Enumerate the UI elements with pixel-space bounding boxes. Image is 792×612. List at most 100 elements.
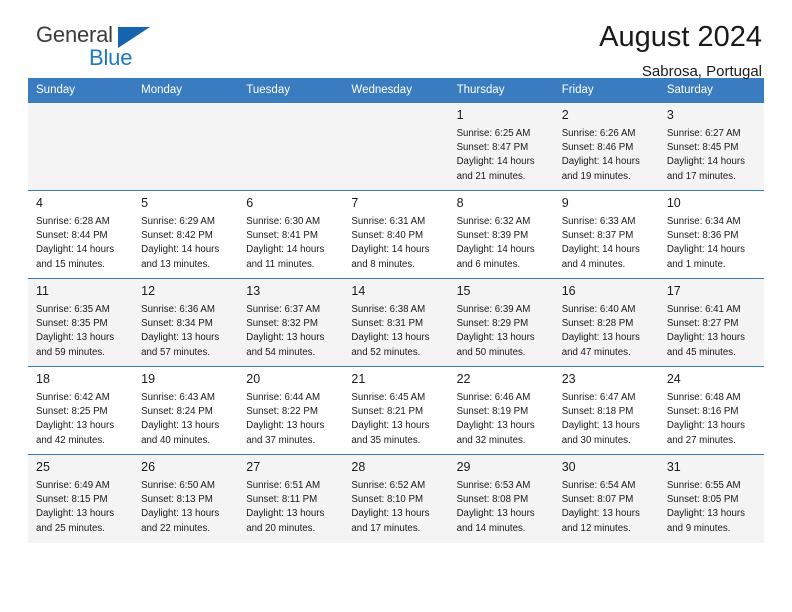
- calendar-day-cell[interactable]: 25 Sunrise: 6:49 AM Sunset: 8:15 PM Dayligh…: [28, 454, 134, 543]
- page-header: General Blue August 2024 Sabrosa, Portug…: [28, 0, 764, 80]
- day-number: 2: [561, 108, 569, 122]
- sunrise-text: Sunrise: 6:29 AM: [141, 215, 215, 227]
- calendar-day-cell[interactable]: 1 Sunrise: 6:25 AM Sunset: 8:47 PM Daylight…: [448, 102, 554, 191]
- calendar-day-cell[interactable]: 8 Sunrise: 6:32 AM Sunset: 8:39 PM Daylight…: [448, 190, 554, 279]
- daylight-text-line1: Daylight: 14 hours: [456, 244, 535, 256]
- sunset-text: Sunset: 8:07 PM: [561, 494, 634, 506]
- daylight-text-line2: and 30 minutes.: [561, 434, 631, 446]
- calendar-day-cell-empty: [238, 102, 344, 191]
- day-number: 13: [246, 284, 261, 298]
- daylight-text-line1: Daylight: 13 hours: [456, 508, 535, 520]
- daylight-text-line2: and 35 minutes.: [351, 434, 421, 446]
- daylight-text-line1: Daylight: 13 hours: [561, 420, 640, 432]
- daylight-text-line1: Daylight: 14 hours: [456, 156, 535, 168]
- calendar-day-cell[interactable]: 21 Sunrise: 6:45 AM Sunset: 8:21 PM Dayligh…: [343, 366, 449, 455]
- day-info: Sunrise: 6:53 AM Sunset: 8:08 PM Daylight:…: [457, 479, 547, 536]
- sunset-text: Sunset: 8:25 PM: [36, 406, 108, 418]
- sunrise-sunset-calendar: Sunday Monday Tuesday Wednesday Thursday…: [28, 78, 764, 543]
- sunrise-text: Sunrise: 6:42 AM: [36, 391, 110, 403]
- daylight-text-line1: Daylight: 14 hours: [561, 156, 640, 168]
- calendar-day-cell[interactable]: 29 Sunrise: 6:53 AM Sunset: 8:08 PM Dayligh…: [448, 454, 554, 543]
- calendar-day-cell[interactable]: 19 Sunrise: 6:43 AM Sunset: 8:24 PM Dayligh…: [133, 366, 239, 455]
- sunrise-text: Sunrise: 6:31 AM: [351, 215, 426, 227]
- location-subtitle: Sabrosa, Portugal: [641, 62, 762, 80]
- calendar-day-cell[interactable]: 6 Sunrise: 6:30 AM Sunset: 8:41 PM Daylight…: [238, 190, 344, 279]
- daylight-text-line1: Daylight: 13 hours: [141, 508, 220, 520]
- daylight-text-line1: Daylight: 13 hours: [561, 508, 640, 520]
- brand-name-blue: Blue: [89, 45, 133, 70]
- daylight-text-line2: and 45 minutes.: [666, 346, 736, 358]
- calendar-day-cell[interactable]: 2 Sunrise: 6:26 AM Sunset: 8:46 PM Daylight…: [553, 102, 659, 191]
- daylight-text-line2: and 9 minutes.: [666, 522, 731, 534]
- calendar-day-cell[interactable]: 23 Sunrise: 6:47 AM Sunset: 8:18 PM Dayligh…: [553, 366, 659, 455]
- sunset-text: Sunset: 8:47 PM: [456, 142, 529, 154]
- calendar-day-cell[interactable]: 26 Sunrise: 6:50 AM Sunset: 8:13 PM Dayligh…: [133, 454, 239, 543]
- daylight-text-line1: Daylight: 13 hours: [666, 332, 745, 344]
- sunset-text: Sunset: 8:27 PM: [666, 318, 739, 330]
- day-info: Sunrise: 6:34 AM Sunset: 8:36 PM Daylight:…: [667, 215, 757, 272]
- calendar-day-cell[interactable]: 16 Sunrise: 6:40 AM Sunset: 8:28 PM Dayligh…: [553, 278, 659, 367]
- sunrise-text: Sunrise: 6:32 AM: [456, 215, 531, 227]
- calendar-day-cell[interactable]: 10 Sunrise: 6:34 AM Sunset: 8:36 PM Dayligh…: [658, 190, 764, 279]
- daylight-text-line1: Daylight: 13 hours: [36, 420, 115, 432]
- calendar-day-cell[interactable]: 30 Sunrise: 6:54 AM Sunset: 8:07 PM Dayligh…: [553, 454, 659, 543]
- sunrise-text: Sunrise: 6:54 AM: [561, 479, 636, 491]
- daylight-text-line1: Daylight: 13 hours: [456, 332, 535, 344]
- calendar-day-cell[interactable]: 20 Sunrise: 6:44 AM Sunset: 8:22 PM Dayligh…: [238, 366, 344, 455]
- day-info: Sunrise: 6:30 AM Sunset: 8:41 PM Daylight:…: [246, 215, 336, 272]
- calendar-page: General Blue August 2024 Sabrosa, Portug…: [0, 0, 792, 612]
- daylight-text-line2: and 21 minutes.: [456, 170, 526, 182]
- calendar-day-cell[interactable]: 31 Sunrise: 6:55 AM Sunset: 8:05 PM Dayligh…: [658, 454, 764, 543]
- calendar-day-cell[interactable]: 13 Sunrise: 6:37 AM Sunset: 8:32 PM Dayligh…: [238, 278, 344, 367]
- brand-logo[interactable]: General Blue: [28, 22, 178, 76]
- daylight-text-line2: and 20 minutes.: [246, 522, 316, 534]
- daylight-text-line1: Daylight: 13 hours: [36, 332, 115, 344]
- calendar-day-cell[interactable]: 17 Sunrise: 6:41 AM Sunset: 8:27 PM Dayligh…: [658, 278, 764, 367]
- daylight-text-line2: and 8 minutes.: [351, 258, 415, 270]
- calendar-day-cell[interactable]: 4 Sunrise: 6:28 AM Sunset: 8:44 PM Daylight…: [28, 190, 134, 279]
- daylight-text-line2: and 15 minutes.: [36, 258, 105, 270]
- day-number: 15: [456, 284, 471, 298]
- calendar-day-cell[interactable]: 9 Sunrise: 6:33 AM Sunset: 8:37 PM Daylight…: [553, 190, 659, 279]
- sunset-text: Sunset: 8:16 PM: [666, 406, 739, 418]
- calendar-day-cell[interactable]: 5 Sunrise: 6:29 AM Sunset: 8:42 PM Daylight…: [133, 190, 239, 279]
- day-number: 12: [141, 284, 156, 298]
- sunrise-text: Sunrise: 6:26 AM: [561, 127, 636, 139]
- daylight-text-line1: Daylight: 13 hours: [141, 420, 220, 432]
- day-info: Sunrise: 6:43 AM Sunset: 8:24 PM Daylight:…: [141, 391, 231, 448]
- calendar-day-cell[interactable]: 12 Sunrise: 6:36 AM Sunset: 8:34 PM Dayligh…: [133, 278, 239, 367]
- daylight-text-line2: and 4 minutes.: [561, 258, 626, 270]
- sunset-text: Sunset: 8:13 PM: [141, 494, 213, 506]
- day-number: 5: [141, 196, 149, 210]
- sunrise-text: Sunrise: 6:52 AM: [351, 479, 426, 491]
- daylight-text-line1: Daylight: 14 hours: [666, 156, 745, 168]
- calendar-day-cell[interactable]: 22 Sunrise: 6:46 AM Sunset: 8:19 PM Dayligh…: [448, 366, 554, 455]
- day-number: 20: [246, 372, 261, 386]
- daylight-text-line2: and 32 minutes.: [456, 434, 526, 446]
- daylight-text-line2: and 57 minutes.: [141, 346, 211, 358]
- calendar-day-cell[interactable]: 28 Sunrise: 6:52 AM Sunset: 8:10 PM Dayligh…: [343, 454, 449, 543]
- calendar-day-cell[interactable]: 3 Sunrise: 6:27 AM Sunset: 8:45 PM Daylight…: [658, 102, 764, 191]
- daylight-text-line1: Daylight: 13 hours: [141, 332, 220, 344]
- day-info: Sunrise: 6:55 AM Sunset: 8:05 PM Daylight:…: [667, 479, 757, 536]
- daylight-text-line2: and 52 minutes.: [351, 346, 421, 358]
- calendar-day-cell[interactable]: 7 Sunrise: 6:31 AM Sunset: 8:40 PM Daylight…: [343, 190, 449, 279]
- calendar-day-cell[interactable]: 15 Sunrise: 6:39 AM Sunset: 8:29 PM Dayligh…: [448, 278, 554, 367]
- sunset-text: Sunset: 8:37 PM: [561, 230, 634, 242]
- calendar-day-cell[interactable]: 14 Sunrise: 6:38 AM Sunset: 8:31 PM Dayligh…: [343, 278, 449, 367]
- day-info: Sunrise: 6:33 AM Sunset: 8:37 PM Daylight:…: [562, 215, 652, 272]
- day-info: Sunrise: 6:41 AM Sunset: 8:27 PM Daylight:…: [667, 303, 757, 360]
- daylight-text-line2: and 27 minutes.: [666, 434, 736, 446]
- sunrise-text: Sunrise: 6:50 AM: [141, 479, 215, 491]
- calendar-day-cell[interactable]: 24 Sunrise: 6:48 AM Sunset: 8:16 PM Dayligh…: [658, 366, 764, 455]
- day-number: 25: [36, 460, 50, 474]
- day-number: 21: [351, 372, 366, 386]
- calendar-day-cell[interactable]: 18 Sunrise: 6:42 AM Sunset: 8:25 PM Dayligh…: [28, 366, 134, 455]
- calendar-day-cell[interactable]: 27 Sunrise: 6:51 AM Sunset: 8:11 PM Dayligh…: [238, 454, 344, 543]
- calendar-day-cell[interactable]: 11 Sunrise: 6:35 AM Sunset: 8:35 PM Dayligh…: [28, 278, 134, 367]
- day-info: Sunrise: 6:25 AM Sunset: 8:47 PM Daylight:…: [457, 127, 547, 184]
- daylight-text-line1: Daylight: 14 hours: [141, 244, 220, 256]
- calendar-week-row: 18 Sunrise: 6:42 AM Sunset: 8:25 PM Dayligh…: [28, 366, 764, 455]
- sunset-text: Sunset: 8:34 PM: [141, 318, 213, 330]
- daylight-text-line1: Daylight: 13 hours: [246, 420, 325, 432]
